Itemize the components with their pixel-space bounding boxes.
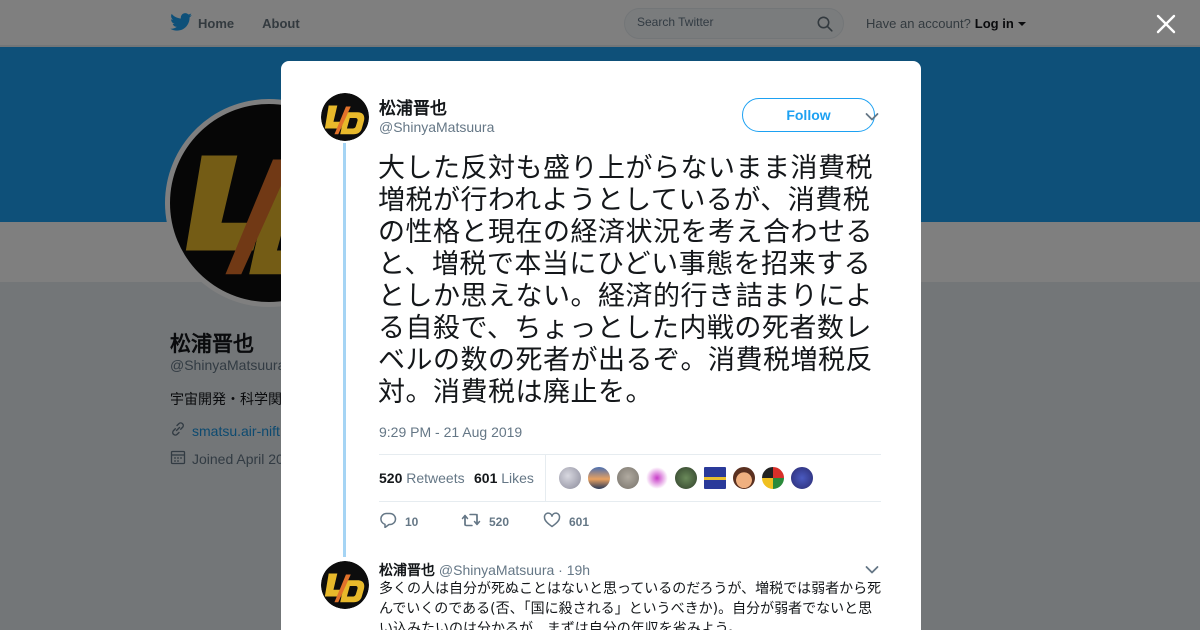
- reply-icon: [379, 512, 397, 531]
- liker-avatar[interactable]: [616, 466, 640, 490]
- retweets-label: Retweets: [406, 470, 465, 486]
- tweet-timestamp[interactable]: 9:29 PM - 21 Aug 2019: [379, 424, 522, 440]
- ld-logo-icon: [321, 93, 369, 141]
- likes-stat[interactable]: 601 Likes: [474, 470, 534, 486]
- thread-line: [343, 143, 346, 557]
- reply-author-name[interactable]: 松浦晋也: [379, 562, 435, 578]
- liker-avatar[interactable]: [645, 466, 669, 490]
- likes-count: 601: [474, 470, 498, 486]
- liker-avatar[interactable]: [761, 466, 785, 490]
- tweet-modal: 松浦晋也 @ShinyaMatsuura Follow 大した反対も盛り上がらな…: [281, 61, 921, 630]
- likes-label: Likes: [501, 470, 534, 486]
- liker-avatar[interactable]: [790, 466, 814, 490]
- stats-divider: [545, 455, 546, 501]
- reply-header: 松浦晋也 @ShinyaMatsuura · 19h: [379, 560, 590, 580]
- tweet-text: 大した反対も盛り上がらないまま消費税増税が行われようとしているが、消費税の性格と…: [378, 153, 873, 408]
- retweets-stat[interactable]: 520 Retweets: [379, 470, 465, 486]
- tweet-author-handle[interactable]: @ShinyaMatsuura: [379, 119, 494, 135]
- reply-action[interactable]: 10: [379, 512, 418, 531]
- chevron-down-icon[interactable]: [865, 562, 879, 580]
- retweets-count: 520: [379, 470, 403, 486]
- retweet-action[interactable]: 520: [461, 512, 509, 531]
- tweet-stats: 520 Retweets 601 Likes: [379, 454, 881, 502]
- liker-avatar[interactable]: [674, 466, 698, 490]
- follow-button[interactable]: Follow: [742, 98, 875, 132]
- like-count: 601: [569, 514, 590, 529]
- reply-author-avatar[interactable]: [321, 561, 369, 609]
- liker-avatar[interactable]: [587, 466, 611, 490]
- like-action[interactable]: 601: [543, 512, 589, 531]
- tweet-author-name[interactable]: 松浦晋也: [379, 94, 447, 119]
- liker-avatar[interactable]: [703, 466, 727, 490]
- ld-logo-icon: [321, 561, 369, 609]
- close-icon[interactable]: [1154, 12, 1178, 36]
- reply-time[interactable]: · 19h: [558, 562, 590, 578]
- retweet-count: 520: [489, 514, 510, 529]
- retweet-icon: [461, 512, 481, 531]
- chevron-down-icon[interactable]: [865, 109, 879, 127]
- reply-author-handle[interactable]: @ShinyaMatsuura: [439, 562, 554, 578]
- reply-text: 多くの人は自分が死ぬことはないと思っているのだろうが、増税では弱者から死んでいく…: [379, 581, 882, 630]
- heart-icon: [543, 512, 561, 531]
- liker-avatar[interactable]: [732, 466, 756, 490]
- tweet-author-avatar[interactable]: [321, 93, 369, 141]
- reply-count: 10: [405, 514, 419, 529]
- liker-avatar[interactable]: [558, 466, 582, 490]
